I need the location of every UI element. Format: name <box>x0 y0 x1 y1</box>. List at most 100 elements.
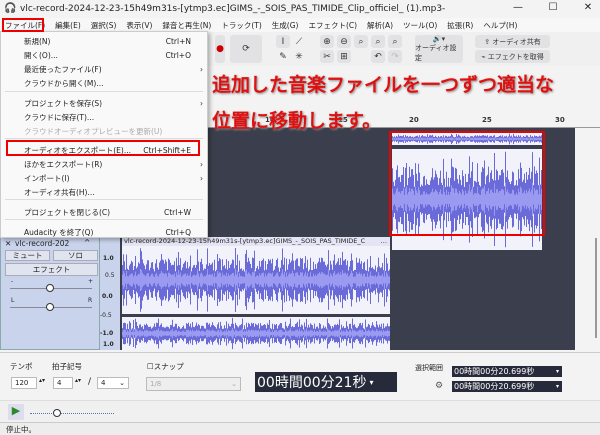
menu-item-shortcut: Ctrl+N <box>165 36 191 46</box>
upload-icon: ⇪ <box>484 37 493 46</box>
menu-item-label: Audacity を終了(Q) <box>24 227 94 237</box>
menu-item-label: インポート(I) <box>24 173 70 183</box>
track-name[interactable]: vlc-record-202 <box>15 239 69 248</box>
chevron-down-icon: ⌄ <box>119 379 125 387</box>
scale-label: -1.0 <box>100 330 114 337</box>
scale-label: 0.5 <box>105 272 115 279</box>
time-sig-spinner-icon[interactable]: ▴▾ <box>75 377 81 384</box>
highlight-moved-clip <box>389 131 545 236</box>
mute-button[interactable]: ミュート <box>5 250 50 261</box>
audio-settings-label: オーディオ設定 <box>415 44 457 62</box>
undo-icon[interactable]: ↶ <box>371 50 385 63</box>
menu-6[interactable]: 生成(G) <box>267 20 304 31</box>
loop-button[interactable]: ⟳ <box>230 35 262 63</box>
speed-slider-thumb[interactable] <box>53 409 61 417</box>
menu-item-label: 開く(O)... <box>24 50 58 60</box>
selection-start[interactable]: 00時間00分20.699秒 ▾ <box>452 366 562 377</box>
menu-item-label: クラウドから開く(M)... <box>24 78 104 88</box>
menu-3[interactable]: 表示(V) <box>121 20 157 31</box>
play-at-speed-toolbar: ▶ <box>0 400 600 422</box>
get-effects-button[interactable]: ⌁ エフェクトを取得 <box>475 50 550 63</box>
redo-icon[interactable]: ↷ <box>388 50 402 63</box>
selection-tool-icon[interactable]: I <box>276 35 290 48</box>
audio-settings-button[interactable]: 🔊▾ オーディオ設定 <box>415 35 463 63</box>
share-audio-button[interactable]: ⇪ オーディオ共有 <box>475 35 550 48</box>
gain-slider-thumb[interactable] <box>46 284 54 292</box>
menu-separator <box>5 219 203 220</box>
status-bar: 停止中。 <box>0 422 600 435</box>
snap-checkbox[interactable]: ☐スナップ <box>147 361 184 372</box>
gear-icon[interactable]: ⚙ <box>435 381 443 391</box>
envelope-tool-icon[interactable]: ⟋ <box>292 35 306 48</box>
highlight-export-audio <box>6 140 200 156</box>
track-header[interactable]: ✕ vlc-record-202 ^ … ミュート ソロ エフェクト - + L… <box>0 237 100 350</box>
scale-label: 1.0 <box>103 341 114 348</box>
close-button[interactable]: ✕ <box>578 2 598 13</box>
menu-separator <box>5 91 203 92</box>
file-menu-item[interactable]: クラウドオーディオプレビューを更新(U) <box>1 124 207 138</box>
menu-8[interactable]: 解析(A) <box>362 20 398 31</box>
file-menu-item[interactable]: プロジェクトを保存(S) › <box>1 96 207 110</box>
tempo-spinner-icon[interactable]: ▴▾ <box>39 377 45 384</box>
file-menu-item[interactable]: クラウドから開く(M)... <box>1 76 207 90</box>
solo-button[interactable]: ソロ <box>53 250 98 261</box>
selection-start-value: 00時間00分20.699秒 <box>454 367 535 376</box>
chevron-down-icon: ▾ <box>555 383 559 390</box>
time-sig-numerator[interactable]: 4 <box>53 377 73 389</box>
pan-right-label: R <box>88 297 93 304</box>
menu-item-label: ほかをエクスポート(R) <box>24 159 103 169</box>
fit-project-icon[interactable]: ⌕ <box>371 35 385 48</box>
menu-7[interactable]: エフェクト(C) <box>303 20 362 31</box>
file-menu-item[interactable]: インポート(I) › <box>1 171 207 185</box>
zoom-in-icon[interactable]: ⊕ <box>320 35 334 48</box>
menu-9[interactable]: ツール(O) <box>398 20 442 31</box>
menu-item-label: プロジェクトを閉じる(C) <box>24 207 111 217</box>
snap-label: スナップ <box>153 362 184 371</box>
vertical-scrollbar[interactable] <box>575 128 600 350</box>
file-menu-item[interactable]: 最近使ったファイル(F) › <box>1 62 207 76</box>
trim-icon[interactable]: ✂ <box>320 50 334 63</box>
track-close-icon[interactable]: ✕ <box>5 239 11 248</box>
time-sig-denominator[interactable]: 4 ⌄ <box>97 377 129 389</box>
chevron-right-icon: › <box>200 98 203 108</box>
play-at-speed-button[interactable]: ▶ <box>8 404 24 420</box>
maximize-button[interactable]: ☐ <box>543 2 563 13</box>
file-menu-item[interactable]: Audacity を終了(Q) Ctrl+Q <box>1 225 207 239</box>
bottom-toolbar: テンポ 120 ▴▾ 拍子記号 4 ▴▾ / 4 ⌄ ☐スナップ 1/8 ⌄ 00時… <box>0 352 600 400</box>
multi-tool-icon[interactable]: ✳ <box>292 50 306 63</box>
share-audio-label: オーディオ共有 <box>492 37 541 46</box>
file-menu-item[interactable]: 新規(N) Ctrl+N <box>1 34 207 48</box>
menu-10[interactable]: 拡張(R) <box>442 20 478 31</box>
highlight-file-menu <box>2 18 44 32</box>
audacity-logo-icon: 🎧 <box>4 3 17 14</box>
file-menu-item[interactable]: オーディオ共有(H)... <box>1 185 207 199</box>
clip-menu-icon[interactable]: … <box>381 237 388 245</box>
file-menu-item[interactable]: 開く(O)... Ctrl+O <box>1 48 207 62</box>
menu-5[interactable]: トラック(T) <box>216 20 266 31</box>
menu-1[interactable]: 編集(E) <box>50 20 86 31</box>
draw-tool-icon[interactable]: ✎ <box>276 50 290 63</box>
menu-2[interactable]: 選択(S) <box>86 20 122 31</box>
snap-select[interactable]: 1/8 ⌄ <box>146 377 241 391</box>
minimize-button[interactable]: — <box>508 2 528 13</box>
silence-icon[interactable]: ⊞ <box>337 50 351 63</box>
time-display[interactable]: 00時間00分21秒 ▾ <box>255 372 397 392</box>
speed-slider[interactable] <box>30 413 114 414</box>
file-menu: 新規(N) Ctrl+N 開く(O)... Ctrl+O 最近使ったファイル(F) › クラ… <box>0 31 208 238</box>
effects-button[interactable]: エフェクト <box>5 263 98 276</box>
title-bar: 🎧 vlc-record-2024-12-23-15h49m31s-[ytmp3… <box>0 0 600 18</box>
selection-end[interactable]: 00時間00分20.699秒 ▾ <box>452 381 562 392</box>
file-menu-item[interactable]: クラウドに保存(T)... <box>1 110 207 124</box>
pan-slider-thumb[interactable] <box>46 303 54 311</box>
menu-4[interactable]: 録音と再生(N) <box>157 20 216 31</box>
file-menu-item[interactable]: プロジェクトを閉じる(C) Ctrl+W <box>1 205 207 219</box>
fit-selection-icon[interactable]: ⌕ <box>354 35 368 48</box>
file-menu-item[interactable]: ほかをエクスポート(R) › <box>1 157 207 171</box>
zoom-toggle-icon[interactable]: ⌕ <box>388 35 402 48</box>
ruler-tick-label: 20 <box>409 116 419 124</box>
tempo-input[interactable]: 120 <box>11 377 37 389</box>
get-effects-label: エフェクトを取得 <box>487 52 544 61</box>
record-button[interactable]: ● <box>215 35 225 63</box>
zoom-out-icon[interactable]: ⊖ <box>337 35 351 48</box>
menu-11[interactable]: ヘルプ(H) <box>478 20 522 31</box>
